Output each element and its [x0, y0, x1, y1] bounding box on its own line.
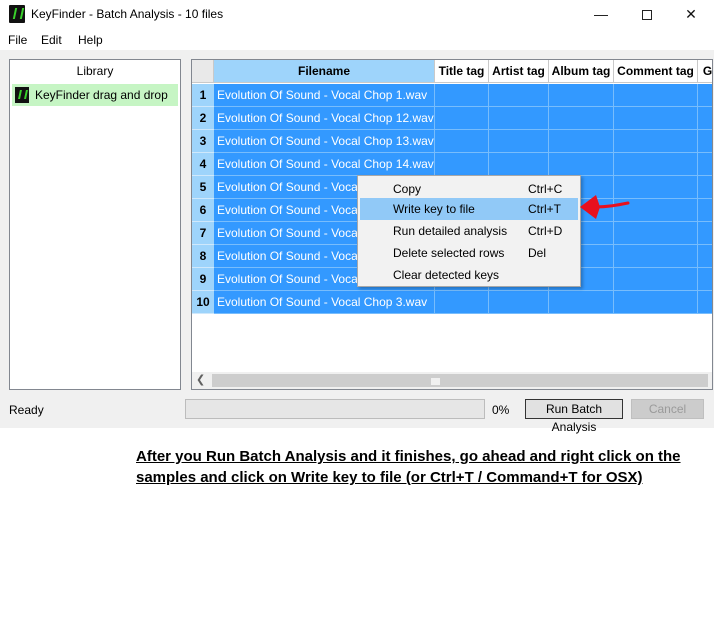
column-header-filename[interactable]: Filename — [214, 60, 435, 83]
menu-help[interactable]: Help — [78, 33, 103, 47]
red-arrow-annotation-icon — [580, 195, 630, 219]
table-cell[interactable] — [614, 153, 698, 176]
library-item-keyfinder-drag-drop[interactable]: KeyFinder drag and drop — [12, 84, 178, 106]
menu-bar: File Edit Help — [0, 28, 714, 50]
library-header: Library — [76, 64, 114, 78]
table-cell[interactable] — [489, 130, 549, 153]
table-cell[interactable] — [698, 84, 712, 107]
column-header-comment-tag[interactable]: Comment tag — [614, 60, 698, 83]
row-header[interactable]: 3 — [192, 130, 214, 153]
table-cell[interactable] — [614, 84, 698, 107]
table-cell[interactable] — [489, 107, 549, 130]
table-cell[interactable] — [698, 176, 712, 199]
table-cell[interactable] — [698, 130, 712, 153]
table-cell[interactable] — [614, 268, 698, 291]
table-cell[interactable] — [698, 153, 712, 176]
context-menu-delete-selected-rows[interactable]: Delete selected rows Del — [360, 242, 578, 264]
table-cell[interactable] — [698, 245, 712, 268]
table-cell[interactable] — [614, 107, 698, 130]
row-header[interactable]: 4 — [192, 153, 214, 176]
run-batch-analysis-button[interactable]: Run Batch Analysis — [525, 399, 623, 434]
close-button[interactable]: ✕ — [668, 0, 714, 28]
maximize-icon — [642, 10, 652, 21]
table-cell[interactable] — [549, 130, 614, 153]
context-menu-shortcut: Ctrl+C — [528, 182, 563, 196]
table-cell[interactable] — [489, 84, 549, 107]
column-header-artist-tag[interactable]: Artist tag — [489, 60, 549, 83]
minimize-button[interactable]: — — [578, 0, 624, 28]
table-cell-filename[interactable]: Evolution Of Sound - Vocal Chop 3.wav — [214, 291, 435, 314]
table-cell[interactable] — [435, 107, 489, 130]
menu-file[interactable]: File — [8, 33, 27, 47]
row-header[interactable]: 7 — [192, 222, 214, 245]
table-cell[interactable] — [614, 130, 698, 153]
context-menu-run-detailed-analysis[interactable]: Run detailed analysis Ctrl+D — [360, 220, 578, 242]
table-cell[interactable] — [435, 84, 489, 107]
table-cell[interactable] — [698, 222, 712, 245]
row-header[interactable]: 1 — [192, 84, 214, 107]
context-menu-label: Clear detected keys — [393, 268, 500, 282]
instruction-text: After you Run Batch Analysis and it fini… — [136, 448, 681, 486]
table-cell[interactable] — [435, 291, 489, 314]
table-cell[interactable] — [549, 107, 614, 130]
column-header-title-tag[interactable]: Title tag — [435, 60, 489, 83]
menu-edit[interactable]: Edit — [41, 33, 62, 47]
table-cell-filename[interactable]: Evolution Of Sound - Vocal Chop 13.wav — [214, 130, 435, 153]
table-cell[interactable] — [489, 291, 549, 314]
context-menu-label: Run detailed analysis — [393, 224, 508, 238]
scroll-left-icon[interactable]: ❮ — [196, 373, 205, 386]
column-header-album-tag[interactable]: Album tag — [549, 60, 614, 83]
table-cell-filename[interactable]: Evolution Of Sound - Vocal Chop 14.wav — [214, 153, 435, 176]
context-menu-write-key-to-file[interactable]: Write key to file Ctrl+T — [360, 198, 578, 220]
table-cell[interactable] — [698, 199, 712, 222]
table-cell[interactable] — [435, 130, 489, 153]
table-cell[interactable] — [549, 84, 614, 107]
context-menu-shortcut: Ctrl+T — [528, 202, 561, 216]
maximize-button[interactable] — [624, 0, 670, 28]
table-cell[interactable] — [614, 245, 698, 268]
scrollbar-thumb[interactable] — [212, 374, 708, 387]
table-cell[interactable] — [549, 153, 614, 176]
status-text: Ready — [9, 403, 44, 417]
horizontal-scrollbar[interactable]: ❮ — [192, 372, 712, 389]
library-panel: Library KeyFinder drag and drop — [9, 59, 181, 390]
row-header[interactable]: 2 — [192, 107, 214, 130]
table-cell[interactable] — [698, 291, 712, 314]
library-item-label: KeyFinder drag and drop — [35, 88, 168, 102]
cancel-button[interactable]: Cancel — [631, 399, 704, 419]
window-title: KeyFinder - Batch Analysis - 10 files — [31, 7, 224, 21]
context-menu-label: Delete selected rows — [393, 246, 505, 260]
title-bar[interactable]: KeyFinder - Batch Analysis - 10 files — … — [0, 0, 714, 28]
table-corner-select-all[interactable] — [192, 60, 214, 83]
column-header-grouping-tag[interactable]: G — [698, 60, 712, 83]
progress-percent: 0% — [492, 403, 510, 417]
row-header[interactable]: 5 — [192, 176, 214, 199]
scroll-grip-icon — [431, 378, 440, 385]
table-cell[interactable] — [614, 222, 698, 245]
table-cell[interactable] — [489, 153, 549, 176]
row-header[interactable]: 9 — [192, 268, 214, 291]
table-cell[interactable] — [614, 291, 698, 314]
context-menu-shortcut: Del — [528, 246, 547, 260]
table-cell[interactable] — [549, 291, 614, 314]
table-cell[interactable] — [435, 153, 489, 176]
context-menu-shortcut: Ctrl+D — [528, 224, 563, 238]
context-menu: Copy Ctrl+C Write key to file Ctrl+T Run… — [357, 175, 581, 287]
row-header[interactable]: 8 — [192, 245, 214, 268]
context-menu-copy[interactable]: Copy Ctrl+C — [360, 178, 578, 200]
keyfinder-logo-icon — [15, 87, 29, 103]
context-menu-label: Copy — [393, 182, 422, 196]
row-header[interactable]: 6 — [192, 199, 214, 222]
progress-bar — [185, 399, 485, 419]
table-cell-filename[interactable]: Evolution Of Sound - Vocal Chop 1.wav — [214, 84, 435, 107]
table-cell-filename[interactable]: Evolution Of Sound - Vocal Chop 12.wav — [214, 107, 435, 130]
table-cell[interactable] — [698, 107, 712, 130]
context-menu-label: Write key to file — [393, 202, 475, 216]
row-header[interactable]: 10 — [192, 291, 214, 314]
table-cell[interactable] — [698, 268, 712, 291]
keyfinder-logo-icon — [9, 5, 25, 23]
context-menu-clear-detected-keys[interactable]: Clear detected keys — [360, 264, 578, 286]
